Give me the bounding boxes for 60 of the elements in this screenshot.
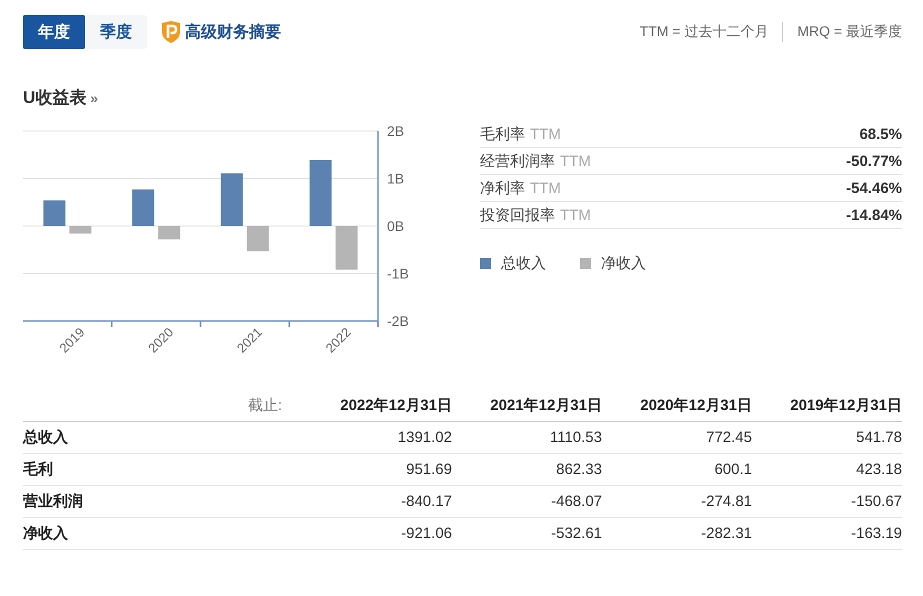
table-cell: 772.45: [602, 422, 752, 454]
note-text: TTM = 过去十二个月: [640, 23, 768, 41]
column-header: 2021年12月31日: [452, 389, 602, 422]
column-header: 2019年12月31日: [752, 389, 902, 422]
row-label: 营业利润: [23, 486, 302, 518]
table-cell: 862.33: [452, 454, 602, 486]
table-cell: 1391.02: [302, 422, 452, 454]
row-label: 总收入: [23, 422, 302, 454]
metric-label: 净利率: [480, 180, 525, 196]
bar: [246, 226, 269, 252]
period-label: TTM: [560, 206, 591, 224]
table-cell: -532.61: [452, 518, 602, 550]
metric-value: -54.46%: [846, 180, 902, 196]
metric-value: -50.77%: [846, 152, 902, 170]
table-cell: 423.18: [752, 454, 902, 486]
table-cell: 951.69: [302, 454, 452, 486]
axis-label: 2B: [387, 123, 404, 139]
bar: [43, 200, 66, 226]
premium-link[interactable]: 高级财务摘要: [185, 22, 281, 42]
period-label: TTM: [530, 180, 561, 196]
bar: [132, 189, 154, 226]
bar: [158, 226, 180, 240]
table-cell: -921.06: [302, 518, 452, 550]
period-label: TTM: [530, 126, 561, 142]
bar: [69, 226, 92, 234]
metric-label: 经营利润率: [480, 152, 555, 170]
more-link[interactable]: »: [90, 90, 98, 106]
axis-label: 0B: [387, 218, 404, 234]
axis-label: -1B: [387, 266, 409, 282]
table-cell: -150.67: [752, 486, 902, 518]
note-text: MRQ = 最近季度: [797, 23, 902, 41]
bar: [310, 160, 332, 226]
section-title: U收益表: [23, 87, 86, 109]
table-cell: -274.81: [602, 486, 752, 518]
axis-label: 1B: [387, 170, 404, 186]
legend-label: 总收入: [501, 254, 546, 273]
shield-p-icon: [161, 21, 181, 43]
table-cell: -282.31: [602, 518, 752, 550]
row-label: 净收入: [23, 518, 302, 550]
column-header: 2022年12月31日: [302, 389, 452, 422]
bar: [336, 226, 358, 270]
period-label: TTM: [560, 152, 591, 170]
tab[interactable]: 季度: [85, 15, 147, 49]
table-cell: -468.07: [452, 486, 602, 518]
metric-label: 毛利率: [480, 126, 525, 142]
metric-value: -14.84%: [846, 206, 902, 224]
tab[interactable]: 年度: [23, 15, 85, 49]
table-cell: 600.1: [602, 454, 752, 486]
row-label: 毛利: [23, 454, 302, 486]
column-header: 2020年12月31日: [602, 389, 752, 422]
table-cell: -840.17: [302, 486, 452, 518]
legend-label: 净收入: [601, 254, 646, 273]
metric-value: 68.5%: [859, 126, 902, 142]
axis-label: -2B: [387, 313, 409, 329]
table-cell: -163.19: [752, 518, 902, 550]
column-header: 截止:: [23, 389, 302, 422]
table-cell: 541.78: [752, 422, 902, 454]
metric-label: 投资回报率: [480, 206, 555, 224]
table-cell: 1110.53: [452, 422, 602, 454]
bar: [220, 173, 243, 226]
